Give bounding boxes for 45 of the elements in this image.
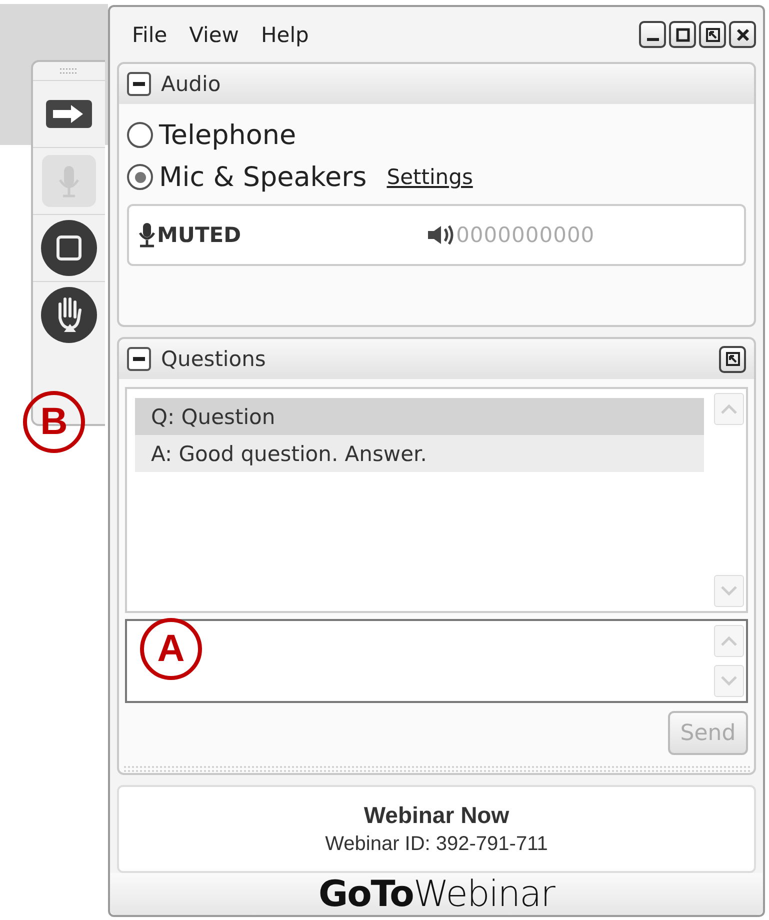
menu-item[interactable]: File	[132, 22, 168, 46]
speaker-level: 0000000000	[456, 223, 595, 247]
scroll-down-icon	[720, 585, 738, 597]
pop-out-button[interactable]	[719, 346, 746, 372]
radio-label: Mic & Speakers	[159, 162, 367, 192]
scroll-up-icon	[720, 635, 738, 647]
menu-item[interactable]: View	[189, 22, 239, 46]
radio-label: Telephone	[159, 120, 296, 150]
webinar-name: Webinar Now	[364, 802, 510, 829]
restore-icon	[726, 352, 740, 366]
radio-button[interactable]	[127, 164, 153, 190]
menu-item[interactable]: Help	[260, 22, 309, 46]
microphone-icon	[137, 222, 157, 248]
radio-button[interactable]	[127, 122, 153, 148]
close-button[interactable]	[729, 21, 756, 48]
scroll-up-icon	[720, 403, 738, 415]
arrow-button[interactable]	[45, 99, 93, 129]
webinar-id: Webinar ID: 392-791-711	[325, 833, 548, 856]
collapse-button[interactable]	[127, 347, 151, 371]
maximize-icon	[676, 28, 690, 42]
minimize-icon	[646, 38, 658, 40]
question-item[interactable]: A: Good question. Answer.	[135, 435, 704, 472]
annotation-marker: A	[140, 618, 202, 680]
mic-status: MUTED	[157, 223, 242, 247]
maximize-button[interactable]	[669, 21, 696, 48]
microphone-icon	[41, 154, 97, 208]
raised-hand-icon	[40, 286, 98, 344]
panel-title: Audio	[161, 72, 221, 96]
question-item[interactable]: Q: Question	[135, 398, 704, 435]
annotation-marker: B	[23, 391, 85, 453]
scroll-down-icon	[720, 675, 738, 687]
minus-icon	[133, 357, 145, 361]
hand-button[interactable]	[40, 286, 98, 344]
close-icon	[736, 28, 750, 42]
restore-button[interactable]	[699, 21, 726, 48]
settings-link[interactable]: Settings	[386, 165, 473, 189]
panel-title: Questions	[161, 347, 266, 371]
grip-icon	[59, 68, 79, 74]
minus-icon	[133, 82, 145, 86]
stop-icon	[40, 219, 98, 277]
logo: GoToWebinar	[318, 874, 554, 914]
restore-icon	[706, 28, 720, 42]
collapse-button[interactable]	[127, 72, 151, 96]
minimize-button[interactable]	[639, 21, 666, 48]
stop-button[interactable]	[40, 219, 98, 277]
